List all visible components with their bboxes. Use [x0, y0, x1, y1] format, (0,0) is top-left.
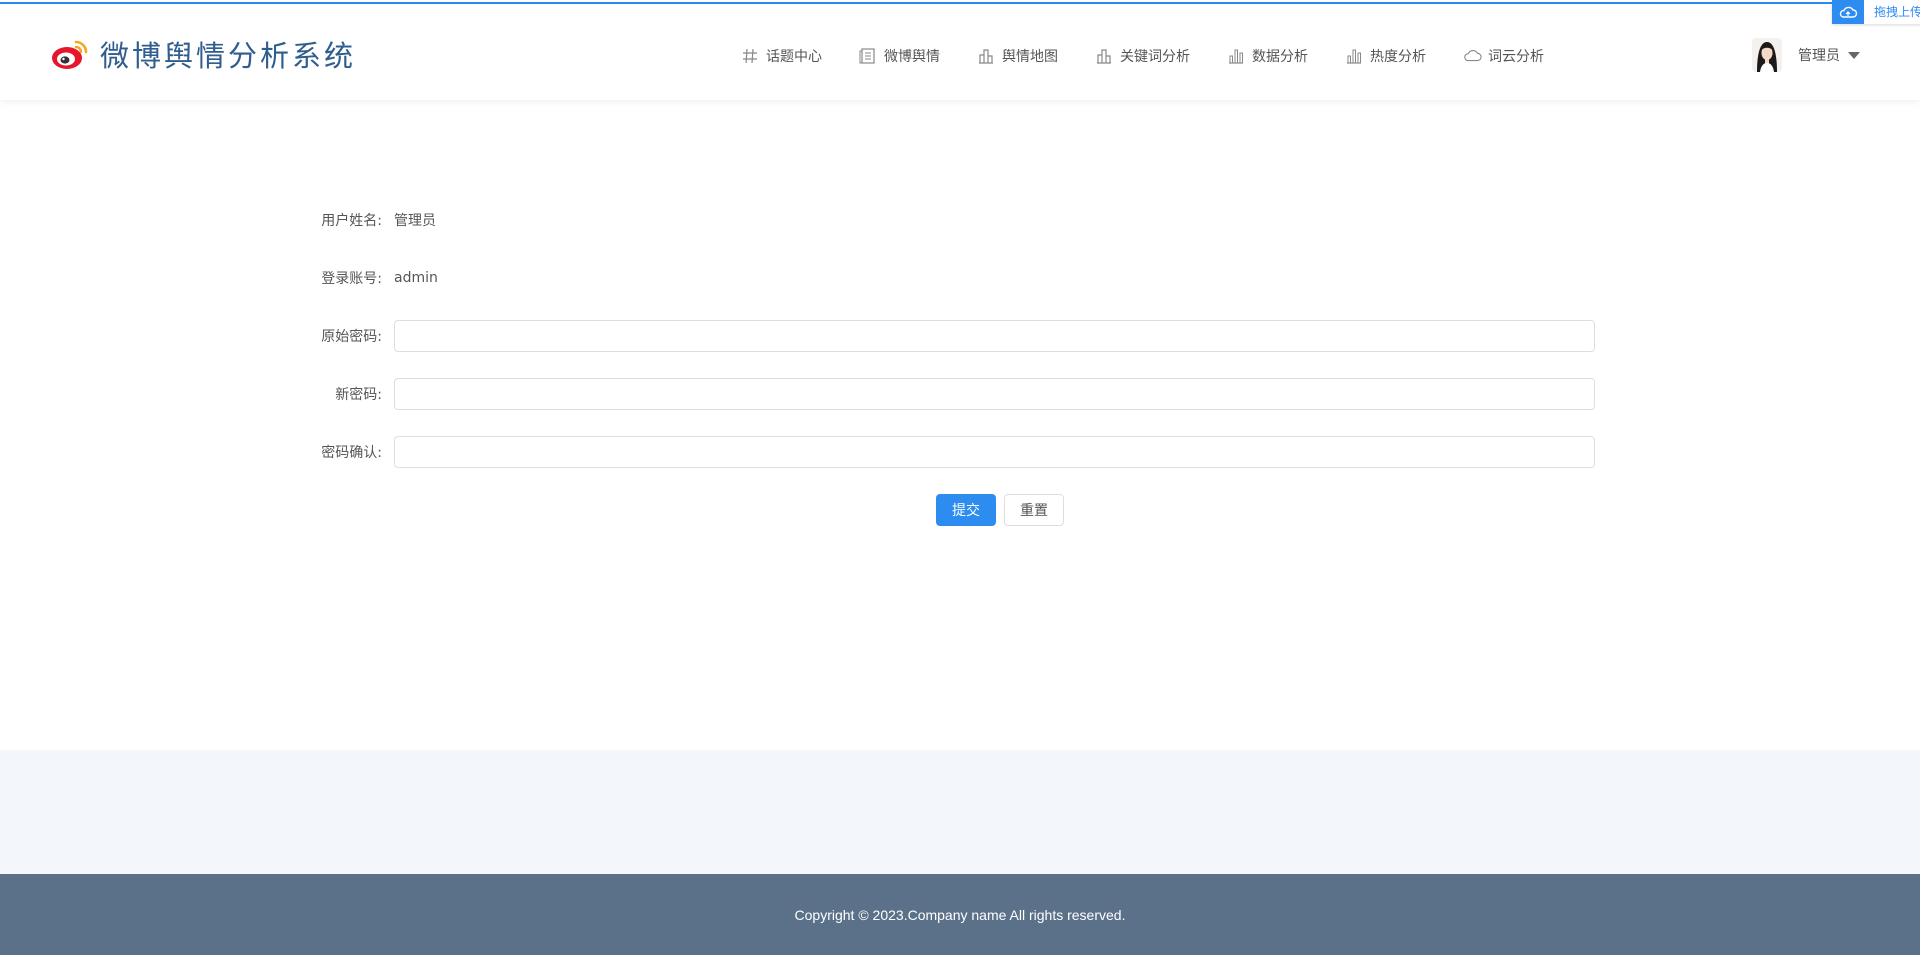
- form-actions: 提交 重置: [936, 494, 1064, 526]
- username-row: 用户姓名: 管理员: [300, 204, 1595, 236]
- brand[interactable]: 微博舆情分析系统: [50, 32, 356, 76]
- nav-label: 舆情地图: [1002, 49, 1058, 65]
- header: 微博舆情分析系统 话题中心 微博舆情 舆情地图 关键词分析 数据分析 热度分析 …: [0, 4, 1920, 100]
- nav-item-sentiment-map[interactable]: 舆情地图: [976, 46, 1058, 66]
- nav-label: 数据分析: [1252, 49, 1308, 65]
- username-value: 管理员: [394, 213, 436, 229]
- nav-label: 词云分析: [1488, 49, 1544, 65]
- account-label: 登录账号:: [321, 271, 382, 287]
- document-icon: [858, 46, 878, 66]
- bar-chart-icon: [1226, 46, 1246, 66]
- building-icon: [1094, 46, 1114, 66]
- cloud-upload-icon[interactable]: [1832, 0, 1864, 24]
- footer: Copyright © 2023.Company name All rights…: [0, 874, 1920, 955]
- nav-label: 热度分析: [1370, 49, 1426, 65]
- building-icon: [976, 46, 996, 66]
- old-password-label: 原始密码:: [321, 329, 382, 345]
- weibo-logo-icon: [52, 40, 88, 69]
- app-title: 微博舆情分析系统: [100, 39, 357, 73]
- new-password-input[interactable]: [394, 378, 1595, 410]
- hash-icon: [740, 46, 760, 66]
- username-label: 用户姓名:: [321, 213, 382, 229]
- upload-widget[interactable]: 拖拽上传: [1832, 0, 1920, 24]
- submit-button[interactable]: 提交: [936, 494, 996, 526]
- main-nav: 话题中心 微博舆情 舆情地图 关键词分析 数据分析 热度分析 词云分析: [740, 40, 1544, 72]
- user-name[interactable]: 管理员: [1798, 45, 1840, 65]
- account-row: 登录账号: admin: [300, 262, 1595, 294]
- confirm-password-input[interactable]: [394, 436, 1595, 468]
- nav-item-keyword-analysis[interactable]: 关键词分析: [1094, 46, 1190, 66]
- old-password-row: 原始密码:: [300, 320, 1595, 352]
- nav-item-word-cloud[interactable]: 词云分析: [1462, 46, 1544, 66]
- nav-item-topic-center[interactable]: 话题中心: [740, 46, 822, 66]
- nav-item-heat-analysis[interactable]: 热度分析: [1344, 46, 1426, 66]
- nav-label: 话题中心: [766, 49, 822, 65]
- confirm-password-label: 密码确认:: [321, 445, 382, 461]
- content-bottom-band: [0, 750, 1920, 874]
- reset-button[interactable]: 重置: [1004, 494, 1064, 526]
- user-menu[interactable]: 管理员: [1752, 38, 1860, 72]
- avatar[interactable]: [1752, 38, 1782, 72]
- new-password-row: 新密码:: [300, 378, 1595, 410]
- nav-item-weibo-sentiment[interactable]: 微博舆情: [858, 46, 940, 66]
- new-password-label: 新密码:: [335, 387, 382, 403]
- upload-label[interactable]: 拖拽上传: [1864, 0, 1920, 24]
- nav-label: 关键词分析: [1120, 49, 1190, 65]
- nav-item-data-analysis[interactable]: 数据分析: [1226, 46, 1308, 66]
- old-password-input[interactable]: [394, 320, 1595, 352]
- nav-label: 微博舆情: [884, 49, 940, 65]
- account-value: admin: [394, 270, 438, 286]
- chevron-down-icon[interactable]: [1848, 51, 1860, 59]
- bar-chart-icon: [1344, 46, 1364, 66]
- cloud-icon: [1462, 46, 1482, 66]
- confirm-password-row: 密码确认:: [300, 436, 1595, 468]
- copyright-text: Copyright © 2023.Company name All rights…: [794, 906, 1126, 923]
